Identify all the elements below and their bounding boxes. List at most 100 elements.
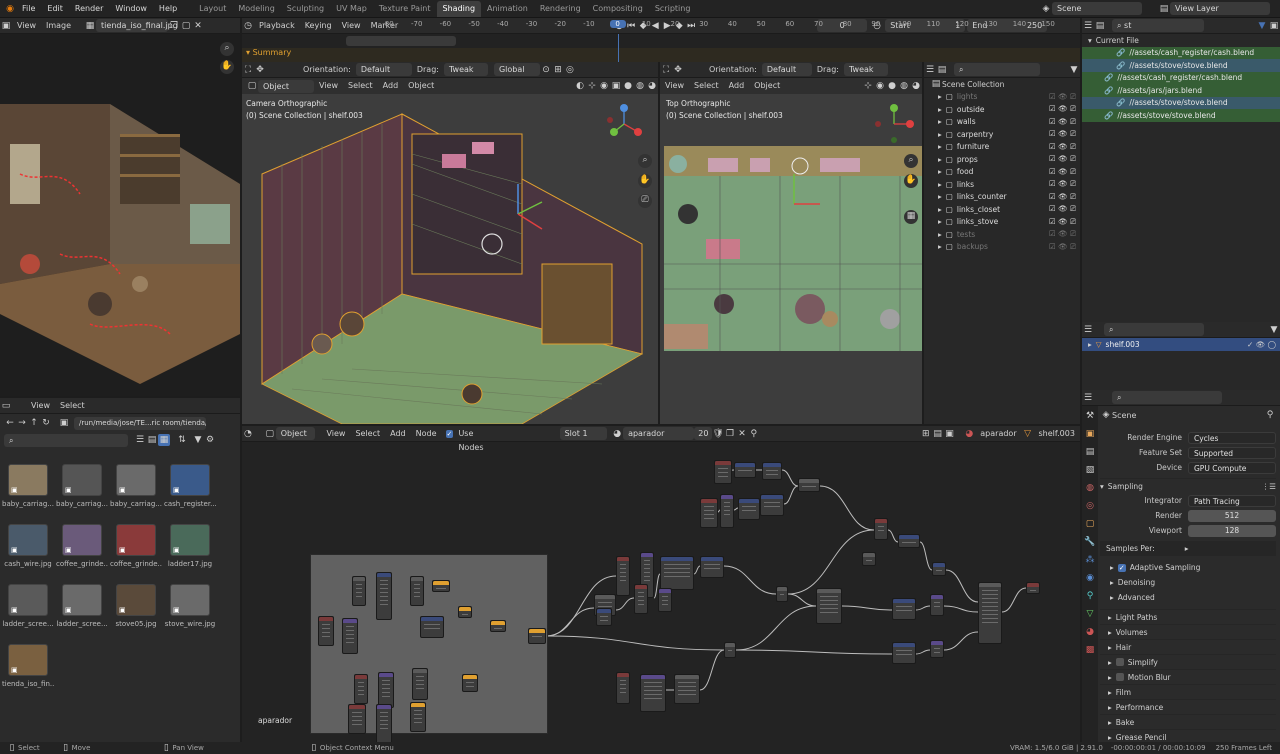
selected-object-row[interactable]: ▸ ▽ shelf.003 ✓ 👁 ◯ xyxy=(1082,338,1280,351)
shader-node[interactable] xyxy=(640,674,666,712)
device-dropdown[interactable]: GPU Compute xyxy=(1188,461,1276,474)
vp-object-mode-dropdown[interactable]: Object Mode xyxy=(258,79,314,104)
unlink-material-icon[interactable]: ✕ xyxy=(736,428,748,440)
viewport-top[interactable]: ⛶ ✥ Orientation: Default Drag: Tweak Vie… xyxy=(660,62,922,424)
outliner-restrict-icons[interactable]: ☑ 👁 ⎚ xyxy=(1049,204,1076,214)
outliner-expand-icon[interactable]: ▸ xyxy=(938,230,942,239)
back-arrow-icon[interactable]: ← xyxy=(4,417,16,429)
feature-set-dropdown[interactable]: Supported xyxy=(1188,446,1276,459)
shader-node[interactable] xyxy=(596,608,612,626)
shader-node[interactable] xyxy=(816,588,842,624)
material-tab-icon[interactable]: ◕ xyxy=(1084,626,1096,638)
outliner-restrict-icons[interactable]: ☑ 👁 ⎚ xyxy=(1049,179,1076,189)
properties-type-icon[interactable]: ☰ xyxy=(1082,392,1094,404)
vp-left-zoom-icon[interactable]: ⌕ xyxy=(638,154,652,168)
vp2-add-menu[interactable]: Add xyxy=(724,79,750,93)
tab-rendering[interactable]: Rendering xyxy=(534,1,587,17)
shader-node[interactable] xyxy=(892,642,916,664)
shader-node[interactable] xyxy=(348,704,366,734)
current-file-row[interactable]: ▾ Current File xyxy=(1082,34,1280,47)
material-users-count[interactable]: 20 xyxy=(694,427,713,440)
file-browser-type-icon[interactable]: ▭ xyxy=(0,400,12,412)
parent-dir-icon[interactable]: ↑ xyxy=(28,417,40,429)
outliner-restrict-icons[interactable]: ☑ 👁 ⎚ xyxy=(1049,154,1076,164)
outliner-item-food[interactable]: ▸ ▢ food ☑ 👁 ⎚ xyxy=(924,166,1080,179)
vp-add-menu[interactable]: Add xyxy=(378,79,404,93)
image-image-menu[interactable]: Image xyxy=(41,19,76,33)
blend-library-row[interactable]: 🔗//assets/stove/stove.blend xyxy=(1082,109,1280,122)
shader-node[interactable] xyxy=(760,494,784,516)
summary-expand-icon[interactable]: ▾ xyxy=(246,48,250,57)
outliner-expand-icon[interactable]: ▸ xyxy=(938,192,942,201)
outliner-item-backups[interactable]: ▸ ▢ backups ☑ 👁 ⎚ xyxy=(924,241,1080,254)
outliner-restrict-icons[interactable]: ☑ 👁 ⎚ xyxy=(1049,167,1076,177)
fb-select-menu[interactable]: Select xyxy=(55,399,90,413)
outliner-expand-icon[interactable]: ▸ xyxy=(938,155,942,164)
fb-view-menu[interactable]: View xyxy=(26,399,55,413)
shader-node[interactable] xyxy=(762,462,782,480)
timeline-scroll-field[interactable] xyxy=(346,36,456,46)
outliner-expand-icon[interactable]: ▸ xyxy=(938,92,942,101)
thumbnail-view-icon[interactable]: ▦ xyxy=(158,434,170,446)
outliner-root[interactable]: ▤ Scene Collection xyxy=(924,78,1080,91)
vp2-drag-dropdown[interactable]: Tweak xyxy=(843,63,888,76)
shader-node[interactable] xyxy=(674,674,700,704)
outliner-expand-icon[interactable]: ▸ xyxy=(938,142,942,151)
close-image-icon[interactable]: ✕ xyxy=(192,20,204,32)
blend-library-row[interactable]: 🔗//assets/jars/jars.blend xyxy=(1082,84,1280,97)
object-tab-icon[interactable]: ▢ xyxy=(1084,518,1096,530)
vp-left-camera-icon[interactable]: ⎚ xyxy=(638,194,652,208)
shader-node[interactable] xyxy=(738,498,760,520)
vp-visibility-icon[interactable]: ◐ xyxy=(574,80,586,92)
material-slot-dropdown[interactable]: Slot 1 xyxy=(559,427,608,440)
blend-search-field[interactable]: ⌕ st xyxy=(1112,19,1204,32)
vp2-shading-render-icon[interactable]: ◕ xyxy=(910,80,922,92)
outliner-expand-icon[interactable]: ▸ xyxy=(938,117,942,126)
vp-gizmo-icon[interactable]: ⊹ xyxy=(586,80,598,92)
vp2-gizmo-icon[interactable]: ⊹ xyxy=(862,80,874,92)
shader-node[interactable] xyxy=(700,556,724,578)
menu-window[interactable]: Window xyxy=(109,0,153,18)
node-select-menu[interactable]: Select xyxy=(350,427,385,441)
section-hair[interactable]: ▸ Hair xyxy=(1100,639,1276,654)
section-checkbox[interactable] xyxy=(1115,673,1124,681)
vp2-transform-icon[interactable]: ✥ xyxy=(672,64,684,76)
scene-name[interactable]: Scene xyxy=(1052,2,1142,15)
blend-display-mode-icon[interactable]: ▤ xyxy=(1094,20,1106,32)
breadcrumb-material[interactable]: aparador xyxy=(975,427,1021,441)
vp-proportional-icon[interactable]: ◎ xyxy=(564,64,576,76)
file-thumbnail[interactable]: ▣ coffee_grinde... xyxy=(110,524,166,582)
shader-node[interactable] xyxy=(376,572,392,620)
shader-node[interactable] xyxy=(412,668,428,700)
shader-node-editor[interactable]: ◔ ▢ Object View Select Add Node ✓ Use No… xyxy=(242,426,1080,742)
outliner-item-props[interactable]: ▸ ▢ props ☑ 👁 ⎚ xyxy=(924,153,1080,166)
vp-overlay-icon[interactable]: ◉ xyxy=(598,80,610,92)
shader-node[interactable] xyxy=(700,498,718,528)
shader-node[interactable] xyxy=(660,556,694,590)
zoom-icon[interactable]: ⌕ xyxy=(220,42,234,56)
scene-selector[interactable]: ◈ Scene xyxy=(1040,2,1142,15)
outliner-item-links-counter[interactable]: ▸ ▢ links_counter ☑ 👁 ⎚ xyxy=(924,191,1080,204)
outliner-restrict-icons[interactable]: ☑ 👁 ⎚ xyxy=(1049,142,1076,152)
object-filter-icon[interactable]: ▼ xyxy=(1268,324,1280,336)
shader-node[interactable] xyxy=(892,598,916,620)
shader-node[interactable] xyxy=(930,594,944,616)
adaptive-checkbox[interactable]: ✓ xyxy=(1117,563,1126,572)
section-grease-pencil[interactable]: ▸ Grease Pencil xyxy=(1100,729,1276,742)
file-thumbnail[interactable]: ▣ stove_wire.jpg xyxy=(164,584,220,642)
view-layer-selector[interactable]: ▤ View Layer xyxy=(1158,2,1270,15)
list-view-icon[interactable]: ☰ xyxy=(134,434,146,446)
section-bake[interactable]: ▸ Bake xyxy=(1100,714,1276,729)
outliner-restrict-icons[interactable]: ☑ 👁 ⎚ xyxy=(1049,129,1076,139)
shader-node[interactable] xyxy=(634,584,648,614)
vp-left-pan-icon[interactable]: ✋ xyxy=(638,174,652,188)
refresh-icon[interactable]: ↻ xyxy=(40,417,52,429)
shader-node[interactable] xyxy=(658,588,672,612)
blend-library-row[interactable]: 🔗//assets/stove/stove.blend xyxy=(1082,59,1280,72)
shader-node[interactable] xyxy=(490,620,506,632)
use-nodes-checkbox[interactable]: ✓ xyxy=(445,429,454,438)
outliner-type-icon[interactable]: ☰ xyxy=(924,64,936,76)
denoising-row[interactable]: ▸ Denoising xyxy=(1100,575,1276,590)
shader-node[interactable] xyxy=(376,704,392,742)
blend-library-row[interactable]: 🔗//assets/cash_register/cash.blend xyxy=(1082,46,1280,59)
